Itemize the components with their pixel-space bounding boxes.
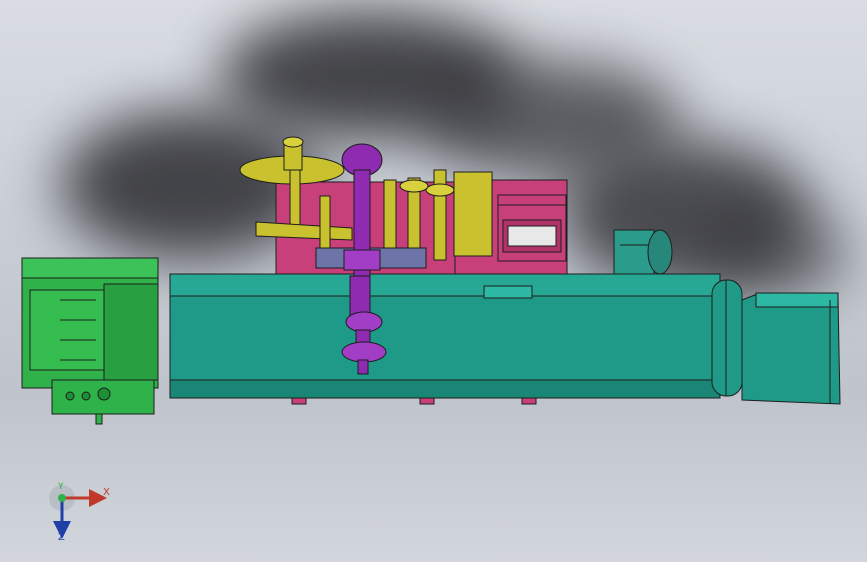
cad-viewport[interactable]: X Y Z: [0, 0, 867, 562]
motor-housing: [613, 229, 673, 275]
conveyor-body: [169, 273, 743, 399]
machine-model[interactable]: [0, 0, 867, 562]
coordinate-triad: X Y Z: [40, 478, 120, 548]
z-axis-label: Z: [58, 532, 65, 543]
conveyor-feet: [291, 397, 537, 405]
exit-plate: [741, 292, 841, 405]
y-axis-label: Y: [58, 482, 64, 492]
y-axis-dot: [58, 494, 66, 502]
x-axis-label: X: [103, 487, 110, 498]
infeed-unit: [21, 257, 159, 425]
